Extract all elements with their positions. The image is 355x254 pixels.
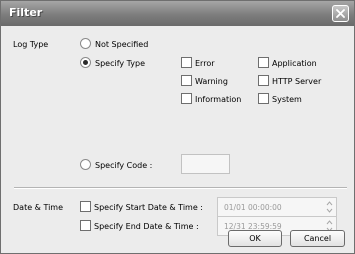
start-date-value: 01/01 00:00:00: [224, 203, 282, 212]
information-label[interactable]: Information: [195, 94, 241, 105]
dialog-title: Filter: [9, 6, 43, 19]
warning-checkbox[interactable]: [181, 75, 192, 86]
log-type-label: Log Type: [13, 40, 49, 49]
error-label[interactable]: Error: [195, 58, 215, 69]
information-checkbox[interactable]: [181, 93, 192, 104]
spinner-arrows-icon[interactable]: [326, 200, 333, 214]
end-date-label[interactable]: Specify End Date & Time :: [94, 221, 199, 232]
http-server-checkbox[interactable]: [258, 75, 269, 86]
title-bar[interactable]: Filter: [1, 1, 354, 26]
start-date-spinner[interactable]: 01/01 00:00:00: [217, 197, 337, 217]
system-checkbox[interactable]: [258, 93, 269, 104]
specify-type-label[interactable]: Specify Type: [95, 58, 145, 69]
date-time-label: Date & Time: [13, 203, 64, 212]
system-label[interactable]: System: [272, 94, 302, 105]
start-date-label[interactable]: Specify Start Date & Time :: [94, 202, 203, 213]
close-button[interactable]: [332, 5, 349, 22]
specify-code-radio[interactable]: [80, 159, 91, 170]
close-x-icon: [336, 9, 345, 18]
filter-dialog: Filter Log Type Not Specified Specify Ty…: [0, 0, 355, 254]
cancel-button[interactable]: Cancel: [290, 230, 345, 247]
not-specified-radio[interactable]: [80, 38, 91, 49]
specify-type-radio[interactable]: [80, 57, 91, 68]
http-server-label[interactable]: HTTP Server: [272, 76, 321, 87]
end-date-checkbox[interactable]: [80, 220, 91, 231]
application-label[interactable]: Application: [272, 58, 317, 69]
start-date-checkbox[interactable]: [80, 201, 91, 212]
radio-selected-dot: [83, 60, 88, 65]
section-divider: [14, 187, 347, 189]
specify-code-input[interactable]: [181, 154, 230, 174]
warning-label[interactable]: Warning: [195, 76, 228, 87]
specify-code-label[interactable]: Specify Code :: [95, 160, 152, 171]
application-checkbox[interactable]: [258, 57, 269, 68]
error-checkbox[interactable]: [181, 57, 192, 68]
ok-button[interactable]: OK: [228, 230, 282, 247]
not-specified-label[interactable]: Not Specified: [95, 39, 148, 50]
